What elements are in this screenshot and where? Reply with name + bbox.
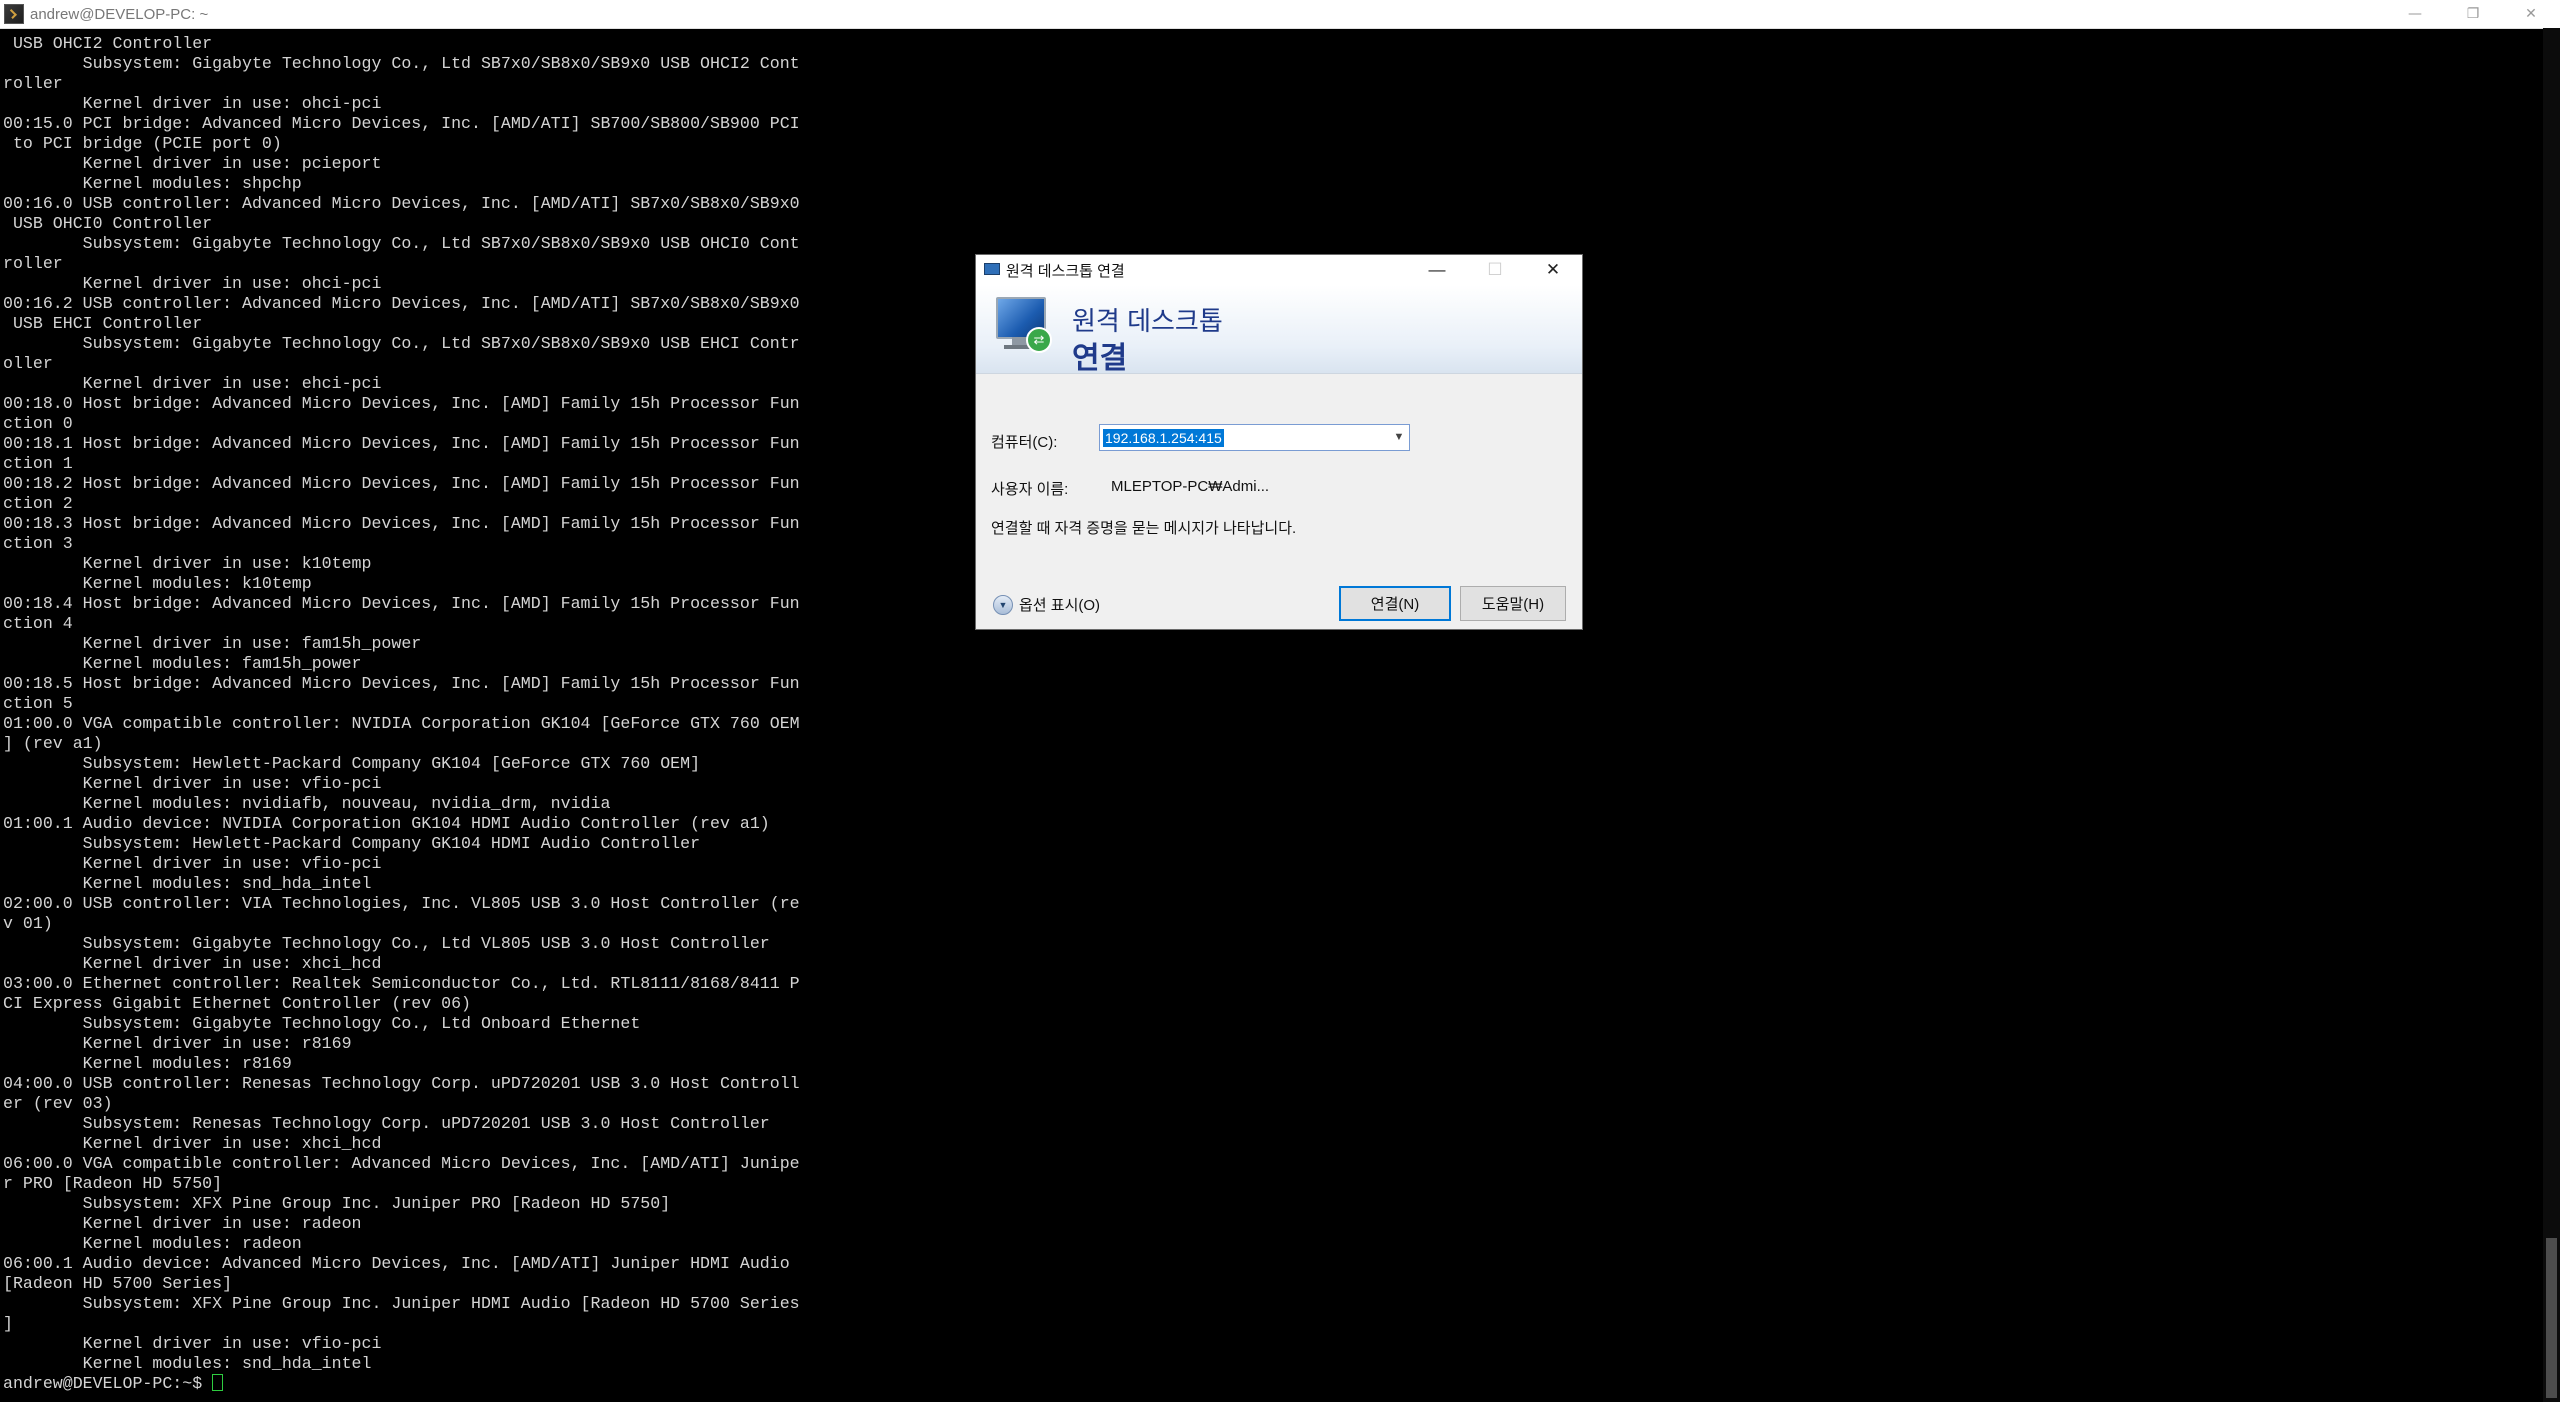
- terminal-line: ]: [3, 1314, 13, 1333]
- dialog-titlebar[interactable]: 원격 데스크톱 연결 — ☐ ✕: [976, 255, 1582, 285]
- terminal-line: to PCI bridge (PCIE port 0): [3, 134, 282, 153]
- terminal-line: Subsystem: Gigabyte Technology Co., Ltd …: [3, 54, 800, 73]
- terminal-window-controls: — ❐ ✕: [2386, 0, 2560, 28]
- options-label[interactable]: 옵션 표시(O): [1019, 594, 1100, 615]
- terminal-line: Kernel driver in use: xhci_hcd: [3, 1134, 382, 1153]
- terminal-line: Kernel modules: r8169: [3, 1054, 292, 1073]
- terminal-app-icon: [4, 4, 24, 24]
- computer-label: 컴퓨터(C):: [991, 434, 1058, 451]
- dialog-banner: ⇄ 원격 데스크톱 연결: [976, 285, 1582, 375]
- dialog-title: 원격 데스크톱 연결: [1006, 262, 1125, 280]
- computer-combobox[interactable]: 192.168.1.254:415 ▼: [1099, 424, 1410, 451]
- terminal-window-title: andrew@DEVELOP-PC: ~: [30, 5, 209, 23]
- terminal-line: 00:15.0 PCI bridge: Advanced Micro Devic…: [3, 114, 800, 133]
- terminal-line: Kernel modules: radeon: [3, 1234, 302, 1253]
- maximize-icon[interactable]: ❐: [2444, 0, 2502, 28]
- terminal-line: Kernel driver in use: vfio-pci: [3, 854, 382, 873]
- help-button[interactable]: 도움말(H): [1460, 586, 1566, 621]
- computer-input-value[interactable]: 192.168.1.254:415: [1103, 429, 1224, 447]
- terminal-line: roller: [3, 74, 63, 93]
- dialog-window-controls: — ☐ ✕: [1408, 255, 1582, 285]
- terminal-line: Subsystem: XFX Pine Group Inc. Juniper P…: [3, 1194, 671, 1213]
- terminal-line: r PRO [Radeon HD 5750]: [3, 1174, 223, 1193]
- remote-desktop-icon: [984, 263, 1000, 277]
- terminal-line: Kernel driver in use: vfio-pci: [3, 1334, 382, 1353]
- terminal-line: 01:00.1 Audio device: NVIDIA Corporation…: [3, 814, 770, 833]
- minimize-icon[interactable]: —: [2386, 0, 2444, 28]
- dialog-maximize-icon: ☐: [1487, 260, 1503, 279]
- terminal-line: Subsystem: Hewlett-Packard Company GK104…: [3, 754, 701, 773]
- terminal-line: USB OHCI2 Controller: [3, 34, 213, 53]
- terminal-line: [Radeon HD 5700 Series]: [3, 1274, 233, 1293]
- banner-title-line2: 연결: [1072, 342, 1128, 375]
- terminal-line: Kernel driver in use: ohci-pci: [3, 94, 382, 113]
- terminal-line: 02:00.0 USB controller: VIA Technologies…: [3, 894, 800, 913]
- terminal-line: 00:18.5 Host bridge: Advanced Micro Devi…: [3, 674, 800, 693]
- username-label: 사용자 이름:: [991, 481, 1069, 498]
- terminal-line: 00:16.0 USB controller: Advanced Micro D…: [3, 194, 800, 213]
- close-icon[interactable]: ✕: [2502, 0, 2560, 28]
- terminal-line: v 01): [3, 914, 53, 933]
- text-cursor: [212, 1374, 224, 1391]
- terminal-line: Kernel driver in use: radeon: [3, 1214, 362, 1233]
- terminal-line: USB OHCI0 Controller: [3, 214, 213, 233]
- terminal-titlebar[interactable]: andrew@DEVELOP-PC: ~ — ❐ ✕: [0, 0, 2560, 29]
- monitor-connect-icon: ⇄: [996, 297, 1052, 357]
- show-options-toggle[interactable]: ▼ 옵션 표시(O): [993, 594, 1100, 615]
- terminal-line: Subsystem: Gigabyte Technology Co., Ltd …: [3, 934, 770, 953]
- terminal-line: Kernel modules: fam15h_power: [3, 654, 362, 673]
- terminal-line: ction 5: [3, 694, 73, 713]
- terminal-line: Kernel modules: snd_hda_intel: [3, 874, 372, 893]
- terminal-line: Kernel modules: shpchp: [3, 174, 302, 193]
- username-value: MLEPTOP-PC₩Admi...: [1111, 478, 1270, 495]
- connect-button[interactable]: 연결(N): [1339, 586, 1451, 621]
- terminal-line: Subsystem: Renesas Technology Corp. uPD7…: [3, 1114, 770, 1133]
- dialog-minimize-icon[interactable]: —: [1408, 255, 1466, 285]
- terminal-line: 03:00.0 Ethernet controller: Realtek Sem…: [3, 974, 800, 993]
- scrollbar-thumb[interactable]: [2546, 1238, 2557, 1398]
- terminal-line: Subsystem: Gigabyte Technology Co., Ltd …: [3, 234, 800, 253]
- terminal-line: Subsystem: XFX Pine Group Inc. Juniper H…: [3, 1294, 800, 1313]
- terminal-line: Kernel modules: nvidiafb, nouveau, nvidi…: [3, 794, 611, 813]
- terminal-line: ] (rev a1): [3, 734, 103, 753]
- expand-options-icon[interactable]: ▼: [993, 594, 1013, 615]
- terminal-output[interactable]: USB OHCI2 Controller Subsystem: Gigabyte…: [3, 34, 2533, 1400]
- terminal-line: Kernel driver in use: xhci_hcd: [3, 954, 382, 973]
- terminal-line: 06:00.1 Audio device: Advanced Micro Dev…: [3, 1254, 790, 1273]
- terminal-line: 06:00.0 VGA compatible controller: Advan…: [3, 1154, 800, 1173]
- credentials-note: 연결할 때 자격 증명을 묻는 메시지가 나타납니다.: [991, 520, 1297, 537]
- dialog-close-icon[interactable]: ✕: [1524, 255, 1582, 285]
- terminal-line: 04:00.0 USB controller: Renesas Technolo…: [3, 1074, 800, 1093]
- terminal-line: Subsystem: Gigabyte Technology Co., Ltd …: [3, 1014, 641, 1033]
- terminal-line: Kernel driver in use: vfio-pci: [3, 774, 382, 793]
- terminal-line: Kernel driver in use: r8169: [3, 1034, 352, 1053]
- terminal-line: Kernel driver in use: pcieport: [3, 154, 382, 173]
- terminal-line: CI Express Gigabit Ethernet Controller (…: [3, 994, 472, 1013]
- terminal-scrollbar[interactable]: [2543, 28, 2560, 1402]
- terminal-line: er (rev 03): [3, 1094, 113, 1113]
- shell-prompt: andrew@DEVELOP-PC:~$: [3, 1374, 213, 1393]
- terminal-prompt-line[interactable]: andrew@DEVELOP-PC:~$: [3, 1374, 2533, 1394]
- terminal-line: Subsystem: Hewlett-Packard Company GK104…: [3, 834, 701, 853]
- terminal-line: Kernel driver in use: fam15h_power: [3, 634, 422, 653]
- chevron-down-icon[interactable]: ▼: [1392, 430, 1406, 444]
- terminal-line: Kernel modules: snd_hda_intel: [3, 1354, 372, 1373]
- terminal-line: 01:00.0 VGA compatible controller: NVIDI…: [3, 714, 800, 733]
- remote-desktop-dialog: 원격 데스크톱 연결 — ☐ ✕ ⇄ 원격 데스크톱 연결 컴퓨터(C): 19…: [975, 254, 1583, 630]
